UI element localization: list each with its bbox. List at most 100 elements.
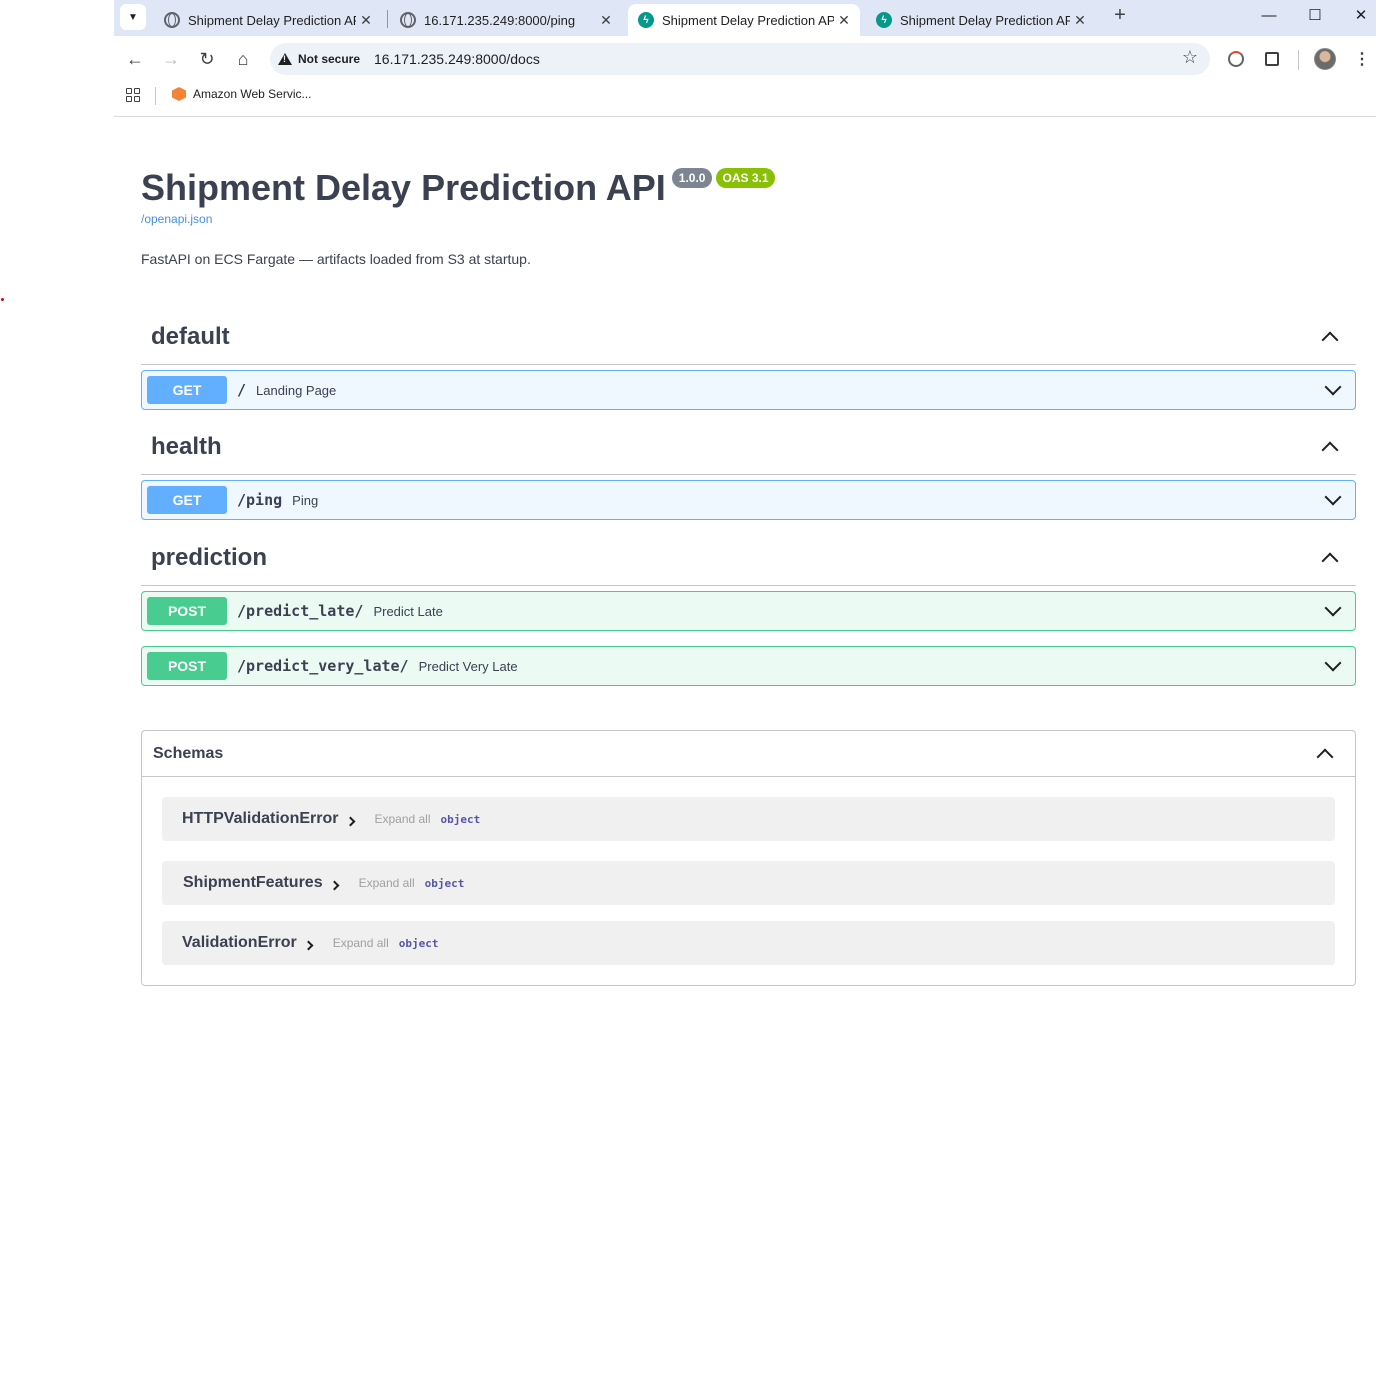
tab-1[interactable]: Shipment Delay Prediction API ✕: [154, 4, 382, 36]
chevron-down-icon[interactable]: [1323, 490, 1343, 510]
security-chip[interactable]: Not secure: [278, 48, 360, 70]
tag-name: prediction: [151, 544, 268, 571]
chevron-down-icon[interactable]: [1323, 656, 1343, 676]
history-extension-button[interactable]: [1225, 48, 1247, 70]
schema-name[interactable]: ValidationError: [182, 934, 297, 952]
expand-all-button[interactable]: Expand all: [374, 812, 430, 826]
address-bar[interactable]: Not secure 16.171.235.249:8000/docs ☆: [270, 43, 1210, 75]
window-close-button[interactable]: ✕: [1346, 4, 1376, 28]
chevron-up-icon[interactable]: [1320, 437, 1340, 457]
tab-bar: ▼ Shipment Delay Prediction API ✕ 16.171…: [114, 0, 1376, 36]
operation-get-root[interactable]: GET / Landing Page: [141, 370, 1356, 410]
browser-toolbar: ← → ↻ ⌂ Not secure 16.171.235.249:8000/d…: [114, 36, 1376, 82]
schemas-header[interactable]: Schemas: [142, 731, 1355, 777]
openapi-json-link[interactable]: /openapi.json: [141, 212, 1356, 226]
tab-title: 16.171.235.249:8000/ping: [424, 12, 576, 28]
schemas-title: Schemas: [153, 744, 224, 762]
tab-title: Shipment Delay Prediction API: [662, 12, 834, 28]
close-icon[interactable]: ✕: [1070, 12, 1090, 29]
schema-shipmentfeatures[interactable]: ShipmentFeatures Expand all object: [162, 861, 1335, 905]
tag-prediction: prediction POST /predict_late/ Predict L…: [141, 531, 1356, 686]
operation-summary: Ping: [292, 492, 319, 508]
tab-search-button[interactable]: ▼: [120, 4, 146, 30]
close-icon[interactable]: ✕: [834, 12, 854, 29]
operation-summary: Predict Very Late: [418, 658, 518, 674]
bookmark-separator: [155, 87, 156, 105]
globe-icon: [164, 12, 180, 28]
schema-type: object: [440, 812, 481, 826]
back-button[interactable]: ←: [122, 46, 148, 72]
chevron-right-icon[interactable]: [329, 879, 341, 891]
tab-4[interactable]: ϟ Shipment Delay Prediction API ✕: [866, 4, 1096, 36]
aws-icon: [172, 87, 186, 101]
tag-header[interactable]: default: [141, 310, 1356, 365]
schema-name[interactable]: HTTPValidationError: [182, 810, 338, 828]
operation-path: /ping: [237, 491, 283, 509]
schema-httpvalidationerror[interactable]: HTTPValidationError Expand all object: [162, 797, 1335, 841]
chevron-up-icon[interactable]: [1320, 327, 1340, 347]
schema-name[interactable]: ShipmentFeatures: [183, 874, 323, 892]
tab-2[interactable]: 16.171.235.249:8000/ping ✕: [390, 4, 622, 36]
operation-path: /predict_very_late/: [237, 657, 409, 675]
operation-summary: Landing Page: [256, 382, 337, 398]
tag-header[interactable]: prediction: [141, 531, 1356, 586]
stray-dot: [1, 298, 4, 301]
puzzle-icon: [1265, 52, 1279, 66]
fastapi-icon: ϟ: [876, 12, 892, 28]
avatar: [1314, 48, 1336, 70]
profile-button[interactable]: [1314, 48, 1336, 70]
reload-button[interactable]: ↻: [194, 46, 220, 72]
close-icon[interactable]: ✕: [596, 12, 616, 29]
operation-path: /predict_late/: [237, 602, 364, 620]
tag-header[interactable]: health: [141, 420, 1356, 475]
home-button[interactable]: ⌂: [230, 46, 256, 72]
method-badge: POST: [147, 652, 227, 680]
star-icon[interactable]: ☆: [1182, 47, 1198, 68]
chevron-down-icon[interactable]: [1323, 380, 1343, 400]
page-title: Shipment Delay Prediction API: [141, 167, 666, 208]
apps-grid-icon[interactable]: [126, 88, 140, 102]
expand-all-button[interactable]: Expand all: [333, 936, 389, 950]
api-title-row: Shipment Delay Prediction API 1.0.0 OAS …: [141, 166, 1356, 210]
expand-all-button[interactable]: Expand all: [359, 876, 415, 890]
chevron-up-icon[interactable]: [1320, 548, 1340, 568]
security-label: Not secure: [298, 52, 361, 66]
chevron-right-icon[interactable]: [303, 939, 315, 951]
tab-3-active[interactable]: ϟ Shipment Delay Prediction API ✕: [628, 4, 860, 36]
bookmark-aws[interactable]: Amazon Web Servic...: [172, 87, 312, 101]
extensions-button[interactable]: [1261, 48, 1283, 70]
tag-name: default: [151, 323, 230, 350]
schemas-section: Schemas HTTPValidationError Expand all o…: [141, 730, 1356, 986]
chevron-up-icon[interactable]: [1315, 744, 1335, 764]
toolbar-divider: [1298, 50, 1299, 70]
operation-post-predict-very-late[interactable]: POST /predict_very_late/ Predict Very La…: [141, 646, 1356, 686]
method-badge: GET: [147, 376, 227, 404]
tab-title: Shipment Delay Prediction API: [900, 12, 1070, 28]
url-text[interactable]: 16.171.235.249:8000/docs: [374, 51, 540, 67]
tag-health: health GET /ping Ping: [141, 420, 1356, 520]
schema-validationerror[interactable]: ValidationError Expand all object: [162, 921, 1335, 965]
menu-button[interactable]: ⋮: [1351, 48, 1373, 70]
globe-icon: [400, 12, 416, 28]
operation-get-ping[interactable]: GET /ping Ping: [141, 480, 1356, 520]
operation-summary: Predict Late: [373, 603, 443, 619]
api-description: FastAPI on ECS Fargate — artifacts loade…: [141, 251, 531, 267]
tab-separator: [387, 10, 388, 28]
more-vert-icon: ⋮: [1354, 51, 1370, 68]
tag-default: default GET / Landing Page: [141, 310, 1356, 410]
maximize-button[interactable]: ☐: [1300, 4, 1330, 28]
new-tab-button[interactable]: +: [1108, 4, 1132, 28]
api-info: Shipment Delay Prediction API 1.0.0 OAS …: [141, 166, 1356, 267]
minimize-button[interactable]: —: [1254, 4, 1284, 28]
chevron-down-icon[interactable]: [1323, 601, 1343, 621]
method-badge: GET: [147, 486, 227, 514]
tag-name: health: [151, 433, 222, 460]
chevron-down-icon: ▼: [128, 11, 138, 23]
close-icon[interactable]: ✕: [356, 12, 376, 29]
forward-button[interactable]: →: [158, 46, 184, 72]
operation-post-predict-late[interactable]: POST /predict_late/ Predict Late: [141, 591, 1356, 631]
clock-icon: [1228, 51, 1244, 67]
method-badge: POST: [147, 597, 227, 625]
chevron-right-icon[interactable]: [344, 815, 356, 827]
oas-badge: OAS 3.1: [716, 168, 775, 188]
